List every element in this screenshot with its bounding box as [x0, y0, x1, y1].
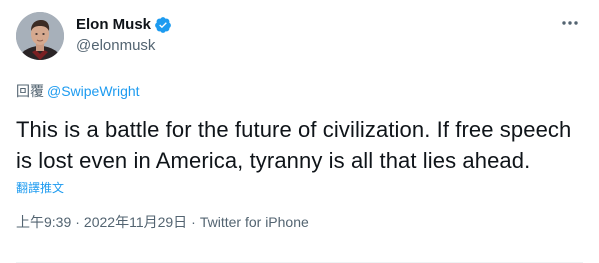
tweet-header: Elon Musk @elonmusk — [16, 12, 583, 70]
tweet-card: Elon Musk @elonmusk 回覆 @SwipeWright This… — [0, 0, 599, 263]
more-options-icon[interactable] — [557, 12, 583, 34]
reply-context: 回覆 @SwipeWright — [16, 82, 583, 100]
avatar[interactable] — [16, 12, 64, 60]
reply-to-link[interactable]: @SwipeWright — [47, 82, 140, 100]
tweet-time[interactable]: 上午9:39 — [16, 213, 71, 231]
tweet-date[interactable]: 2022年11月29日 — [84, 213, 187, 231]
tweet-text: This is a battle for the future of civil… — [16, 117, 572, 173]
display-name[interactable]: Elon Musk — [76, 15, 151, 35]
translate-tweet-link[interactable]: 翻譯推文 — [16, 181, 64, 195]
user-handle[interactable]: @elonmusk — [76, 36, 172, 56]
meta-separator: · — [191, 214, 196, 230]
reply-prefix: 回覆 — [16, 83, 44, 99]
tweet-meta: 上午9:39 · 2022年11月29日 · Twitter for iPhon… — [16, 213, 583, 231]
meta-separator: · — [75, 214, 80, 230]
verified-badge-icon — [154, 16, 172, 34]
tweet-source[interactable]: Twitter for iPhone — [200, 213, 309, 231]
user-info: Elon Musk @elonmusk — [76, 12, 172, 56]
avatar-image — [16, 12, 64, 60]
name-row: Elon Musk — [76, 15, 172, 35]
